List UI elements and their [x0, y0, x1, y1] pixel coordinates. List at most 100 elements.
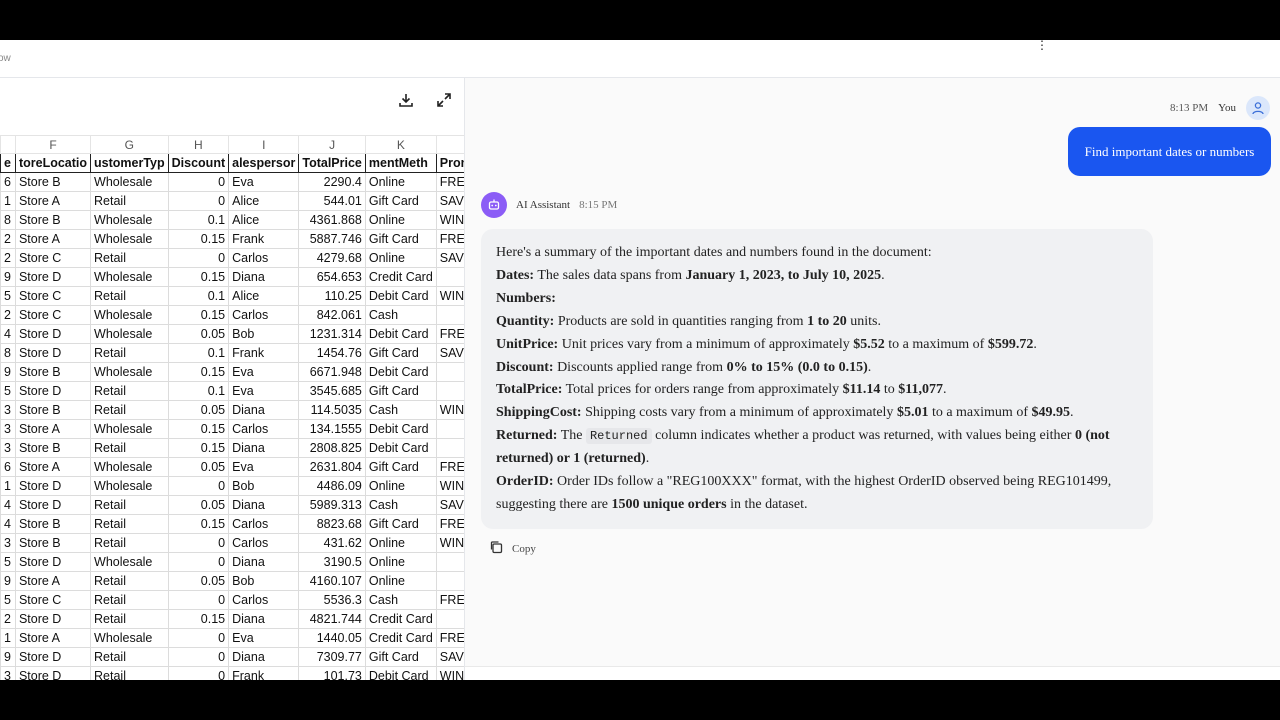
copy-button[interactable]: Copy	[489, 540, 536, 557]
table-cell[interactable]: Cash	[364, 400, 437, 420]
header-cell[interactable]: TotalPrice	[298, 153, 366, 173]
table-cell[interactable]	[435, 381, 464, 401]
table-cell[interactable]: Store B	[14, 400, 92, 420]
table-cell[interactable]: Credit Card	[364, 628, 437, 648]
table-cell[interactable]: Wholesale	[90, 628, 169, 648]
table-cell[interactable]: Retail	[90, 666, 169, 680]
table-cell[interactable]: Credit Card	[364, 267, 437, 287]
table-cell[interactable]	[435, 438, 464, 458]
table-cell[interactable]: SAVE10	[435, 647, 464, 667]
table-cell[interactable]: 6	[0, 172, 16, 192]
table-cell[interactable]: Carlos	[228, 533, 300, 553]
table-cell[interactable]: Frank	[228, 343, 300, 363]
table-cell[interactable]: Store D	[14, 647, 92, 667]
table-cell[interactable]: Bob	[228, 571, 300, 591]
header-cell[interactable]: ustomerTyp	[90, 153, 169, 173]
table-cell[interactable]: 0	[167, 476, 230, 496]
table-cell[interactable]: Online	[364, 248, 437, 268]
table-cell[interactable]: Frank	[228, 666, 300, 680]
header-cell[interactable]: toreLocatio	[14, 153, 92, 173]
column-letter[interactable]: L	[435, 135, 464, 154]
table-cell[interactable]: Retail	[90, 400, 169, 420]
table-cell[interactable]: Store A	[14, 571, 92, 591]
table-cell[interactable]: 2	[0, 305, 16, 325]
table-cell[interactable]: Diana	[228, 495, 300, 515]
table-cell[interactable]: 2	[0, 229, 16, 249]
table-cell[interactable]: WINTER15	[435, 286, 464, 306]
table-cell[interactable]: Debit Card	[364, 438, 437, 458]
table-cell[interactable]: Frank	[228, 229, 300, 249]
table-cell[interactable]: 0.15	[167, 419, 230, 439]
table-cell[interactable]: Online	[364, 476, 437, 496]
table-cell[interactable]: Store D	[14, 609, 92, 629]
column-letter[interactable]: G	[90, 135, 169, 154]
table-cell[interactable]	[435, 305, 464, 325]
table-cell[interactable]: Gift Card	[364, 457, 437, 477]
table-cell[interactable]: 0	[167, 191, 230, 211]
table-cell[interactable]	[435, 267, 464, 287]
table-cell[interactable]: Eva	[228, 381, 300, 401]
table-cell[interactable]	[435, 362, 464, 382]
table-cell[interactable]: Store D	[14, 552, 92, 572]
table-cell[interactable]: 4279.68	[298, 248, 366, 268]
table-cell[interactable]: 134.1555	[298, 419, 366, 439]
table-cell[interactable]: SAVE10	[435, 343, 464, 363]
table-cell[interactable]: Store D	[14, 267, 92, 287]
table-cell[interactable]: Wholesale	[90, 419, 169, 439]
table-cell[interactable]: Carlos	[228, 305, 300, 325]
table-cell[interactable]: 0.05	[167, 400, 230, 420]
table-cell[interactable]: Store D	[14, 666, 92, 680]
table-cell[interactable]: WINTER15	[435, 533, 464, 553]
table-cell[interactable]: 0.15	[167, 609, 230, 629]
table-cell[interactable]: 0	[167, 248, 230, 268]
table-cell[interactable]: 4486.09	[298, 476, 366, 496]
table-cell[interactable]: Retail	[90, 381, 169, 401]
table-cell[interactable]: Diana	[228, 552, 300, 572]
table-cell[interactable]: WINTER15	[435, 400, 464, 420]
table-cell[interactable]: 3	[0, 438, 16, 458]
table-cell[interactable]: FREESHIP	[435, 229, 464, 249]
table-cell[interactable]: Store C	[14, 590, 92, 610]
header-cell[interactable]: alespersor	[228, 153, 300, 173]
table-cell[interactable]: 9	[0, 647, 16, 667]
table-cell[interactable]: Retail	[90, 590, 169, 610]
table-cell[interactable]: Store D	[14, 381, 92, 401]
table-cell[interactable]: Gift Card	[364, 191, 437, 211]
table-cell[interactable]: Diana	[228, 400, 300, 420]
table-cell[interactable]: Debit Card	[364, 324, 437, 344]
table-cell[interactable]: FREESHIP	[435, 628, 464, 648]
table-cell[interactable]: 8	[0, 210, 16, 230]
table-cell[interactable]: Gift Card	[364, 647, 437, 667]
table-cell[interactable]: 842.061	[298, 305, 366, 325]
table-cell[interactable]: Retail	[90, 343, 169, 363]
table-cell[interactable]: Retail	[90, 647, 169, 667]
table-cell[interactable]: Carlos	[228, 248, 300, 268]
table-cell[interactable]: 0	[167, 647, 230, 667]
table-cell[interactable]: 4	[0, 324, 16, 344]
table-cell[interactable]: 4821.744	[298, 609, 366, 629]
table-cell[interactable]: FREESHIP	[435, 324, 464, 344]
table-cell[interactable]: Debit Card	[364, 286, 437, 306]
table-cell[interactable]: Store B	[14, 514, 92, 534]
table-cell[interactable]: Diana	[228, 267, 300, 287]
table-cell[interactable]: Retail	[90, 609, 169, 629]
table-cell[interactable]: 0.1	[167, 381, 230, 401]
table-cell[interactable]: Wholesale	[90, 362, 169, 382]
table-cell[interactable]: Eva	[228, 362, 300, 382]
table-cell[interactable]: Online	[364, 552, 437, 572]
table-cell[interactable]: 2	[0, 609, 16, 629]
table-cell[interactable]: Store D	[14, 476, 92, 496]
table-cell[interactable]: Gift Card	[364, 514, 437, 534]
table-cell[interactable]: FREESHIP	[435, 457, 464, 477]
table-cell[interactable]: Store B	[14, 210, 92, 230]
table-cell[interactable]: 4361.868	[298, 210, 366, 230]
table-cell[interactable]: 0.1	[167, 286, 230, 306]
table-cell[interactable]: Cash	[364, 495, 437, 515]
table-cell[interactable]: 6671.948	[298, 362, 366, 382]
table-cell[interactable]: SAVE10	[435, 191, 464, 211]
table-cell[interactable]: 0.15	[167, 362, 230, 382]
table-cell[interactable]: Diana	[228, 647, 300, 667]
table-cell[interactable]: 0.05	[167, 324, 230, 344]
table-cell[interactable]: 1	[0, 476, 16, 496]
table-cell[interactable]: Store A	[14, 229, 92, 249]
